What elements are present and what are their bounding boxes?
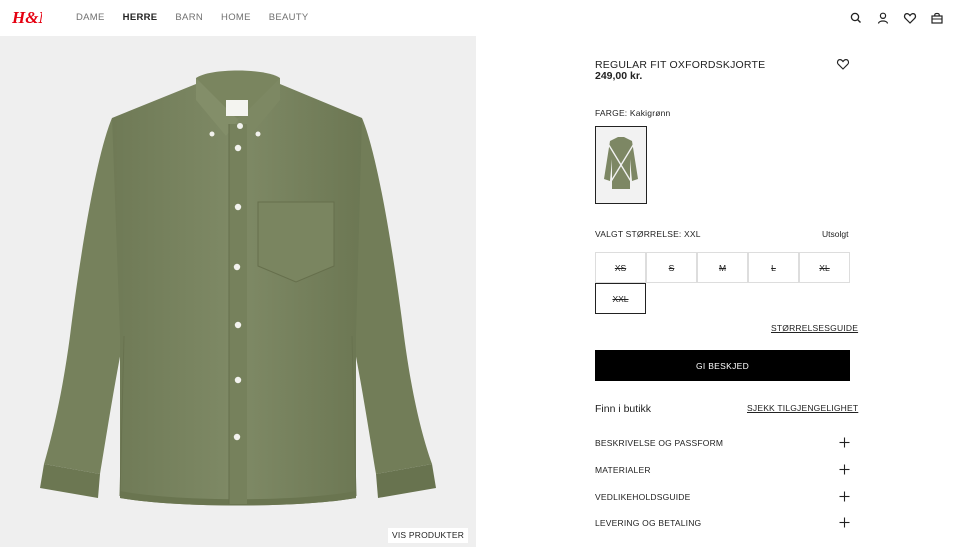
product-price: 249,00 kr.: [595, 70, 643, 82]
accordion-delivery-payment[interactable]: LEVERING OG BETALING: [595, 517, 850, 532]
site-header: H&M DAME HERRE BARN HOME BEAUTY: [0, 0, 960, 36]
color-label: FARGE: Kakigrønn: [595, 108, 671, 118]
account-icon[interactable]: [876, 11, 890, 25]
nav-item-barn[interactable]: BARN: [175, 12, 203, 24]
favorite-heart-icon[interactable]: [836, 57, 850, 71]
nav-item-dame[interactable]: DAME: [76, 12, 105, 24]
nav-item-herre[interactable]: HERRE: [123, 12, 158, 24]
accordion-label: VEDLIKEHOLDSGUIDE: [595, 492, 691, 502]
size-button-xs[interactable]: XS: [595, 252, 646, 283]
accordion-materials[interactable]: MATERIALER: [595, 464, 850, 479]
accordion-description-fit[interactable]: BESKRIVELSE OG PASSFORM: [595, 437, 850, 452]
hm-logo[interactable]: H&M: [12, 5, 42, 29]
size-button-xxl[interactable]: XXL: [595, 283, 646, 314]
accordion-label: LEVERING OG BETALING: [595, 518, 702, 528]
accordion-label: BESKRIVELSE OG PASSFORM: [595, 438, 724, 448]
accordion-label: MATERIALER: [595, 465, 651, 475]
size-button-l[interactable]: L: [748, 252, 799, 283]
header-icons: [849, 11, 944, 25]
favorites-icon[interactable]: [903, 11, 917, 25]
sold-out-status: Utsolgt: [822, 229, 849, 239]
check-availability-link[interactable]: SJEKK TILGJENGELIGHET: [747, 403, 858, 413]
svg-text:H&M: H&M: [12, 8, 42, 27]
plus-icon: [839, 464, 850, 475]
size-button-xl[interactable]: XL: [799, 252, 850, 283]
color-swatch-kakigronn[interactable]: [595, 126, 647, 204]
selected-size-label: VALGT STØRRELSE: XXL: [595, 229, 701, 239]
size-button-m[interactable]: M: [697, 252, 748, 283]
nav-item-home[interactable]: HOME: [221, 12, 251, 24]
notify-me-button[interactable]: GI BESKJED: [595, 350, 850, 381]
plus-icon: [839, 437, 850, 448]
product-image[interactable]: [0, 36, 476, 547]
plus-icon: [839, 491, 850, 502]
nav-item-beauty[interactable]: BEAUTY: [269, 12, 309, 24]
find-in-store-label: Finn i butikk: [595, 403, 652, 415]
plus-icon: [839, 517, 850, 528]
swatch-thumbnail: [603, 136, 639, 194]
product-image-panel: VIS PRODUKTER: [0, 36, 476, 547]
search-icon[interactable]: [849, 11, 863, 25]
size-button-s[interactable]: S: [646, 252, 697, 283]
main-nav: DAME HERRE BARN HOME BEAUTY: [76, 12, 309, 24]
cart-icon[interactable]: [930, 11, 944, 25]
accordion-care-guide[interactable]: VEDLIKEHOLDSGUIDE: [595, 491, 850, 506]
view-products-button[interactable]: VIS PRODUKTER: [388, 528, 469, 543]
size-guide-link[interactable]: STØRRELSESGUIDE: [771, 323, 858, 333]
